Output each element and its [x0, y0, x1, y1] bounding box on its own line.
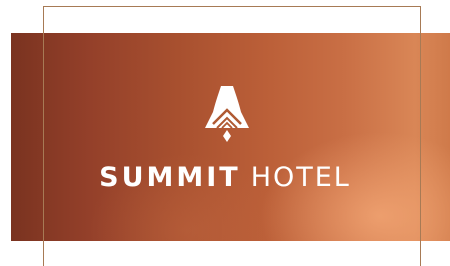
wordmark-bold: SUMMIT: [99, 162, 241, 193]
brand-canvas: SUMMIT HOTEL: [0, 0, 450, 266]
bell-mountain-icon: [205, 86, 249, 142]
wordmark-light: HOTEL: [250, 162, 351, 193]
hotel-wordmark: SUMMIT HOTEL: [0, 163, 450, 193]
